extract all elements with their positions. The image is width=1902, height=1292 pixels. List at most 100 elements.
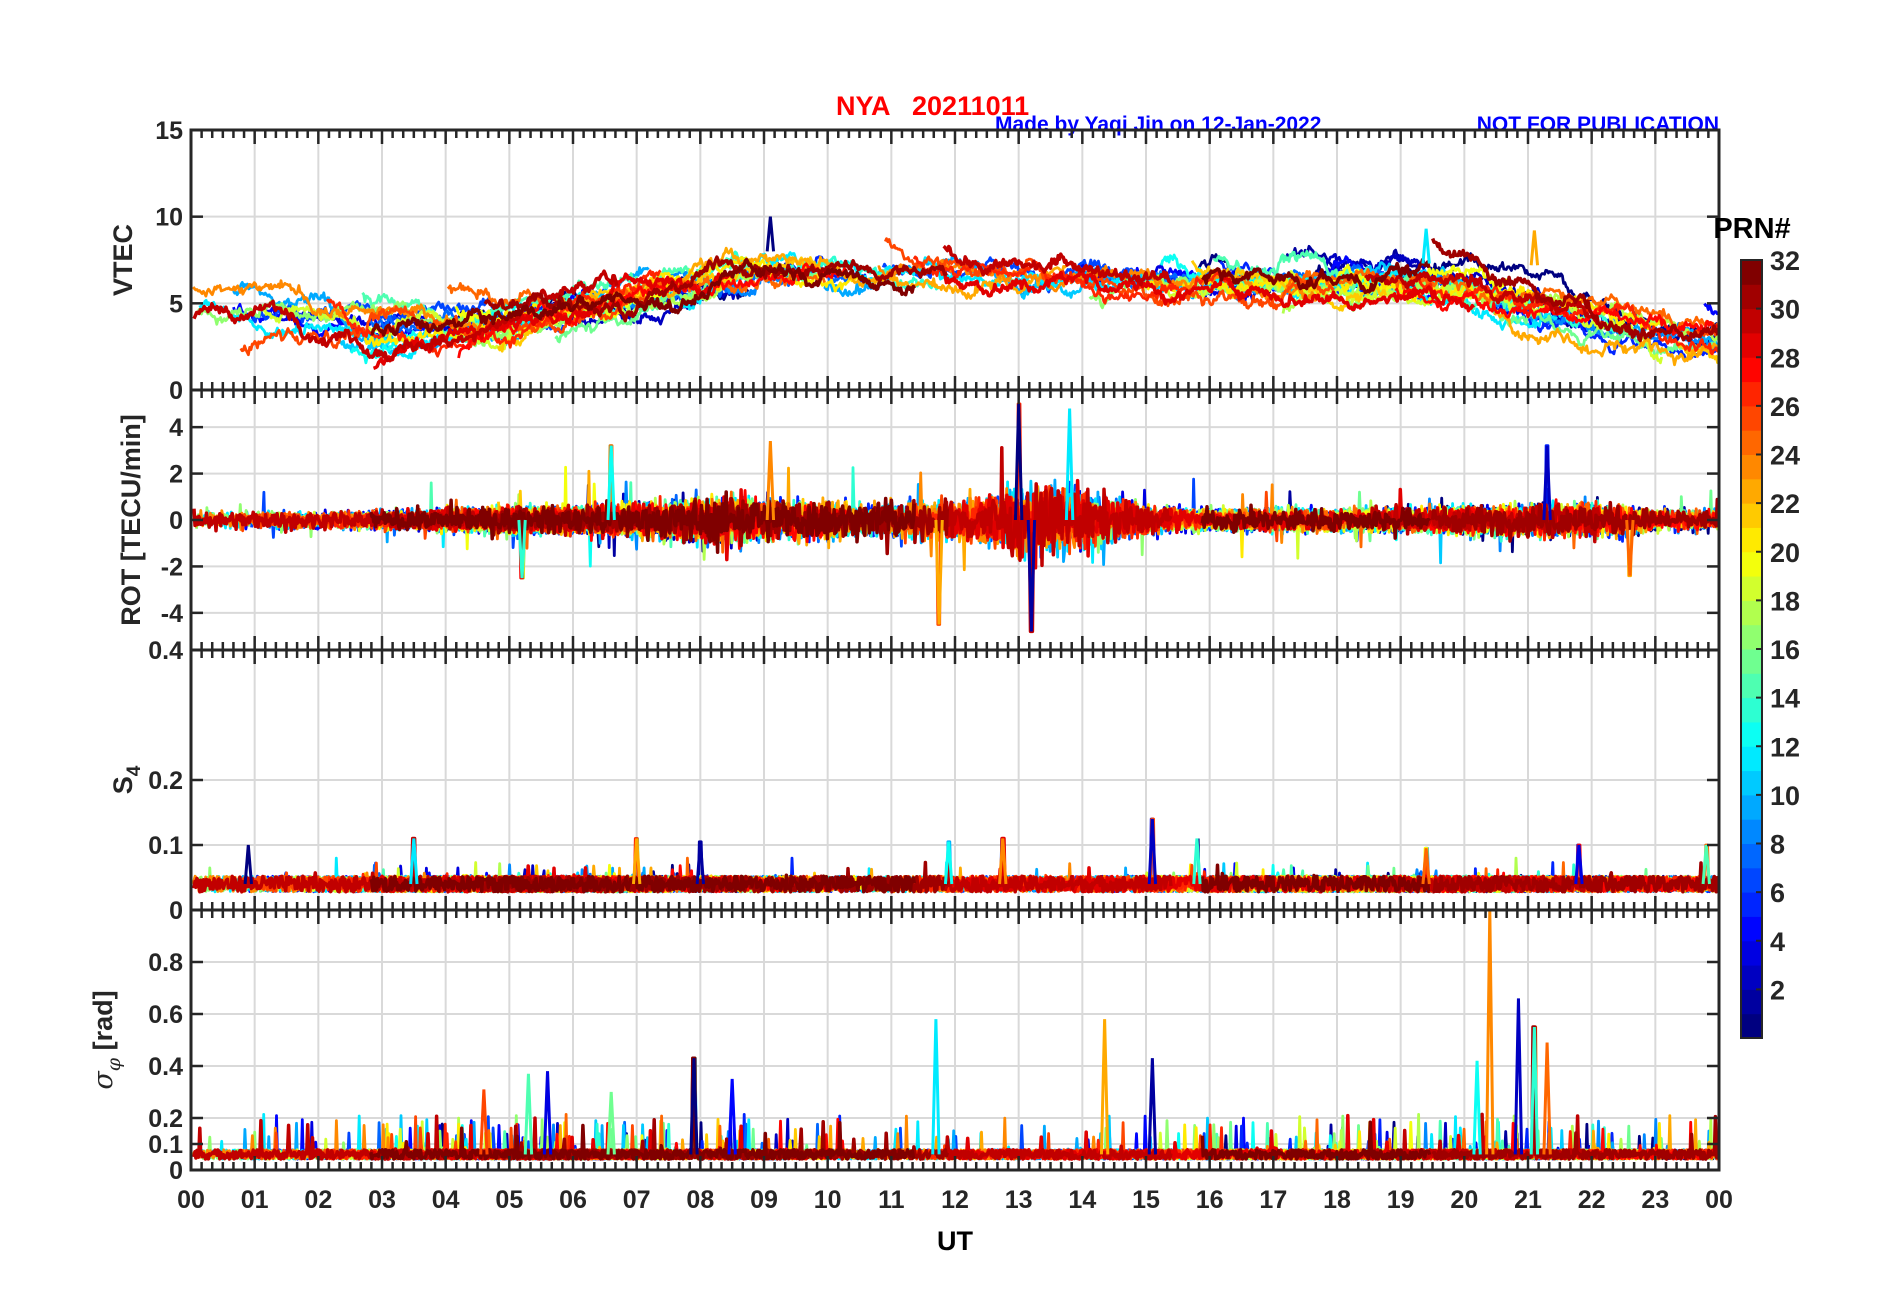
y-tick-label: 15 [155, 117, 183, 145]
colorbar-tick-label: 30 [1770, 295, 1800, 325]
colorbar-swatch [1741, 916, 1762, 942]
x-tick-label: 21 [1514, 1186, 1542, 1214]
x-tick-label: 06 [559, 1186, 587, 1214]
x-tick-label: 00 [177, 1186, 205, 1214]
colorbar-swatch [1741, 381, 1762, 407]
colorbar-tick-label: 18 [1770, 586, 1800, 616]
colorbar-swatch [1741, 697, 1762, 723]
colorbar-tick-label: 6 [1770, 878, 1785, 908]
panel-rot: -4 -2 0 2 4 ROT [TECU/min] [116, 388, 1721, 652]
figure-svg: NYA 20211011 Made by Yaqi Jin on 12-Jan-… [88, 91, 1800, 1256]
colorbar-swatch [1741, 843, 1762, 869]
x-tick-label: 15 [1132, 1186, 1160, 1214]
figure: NYA 20211011 Made by Yaqi Jin on 12-Jan-… [0, 0, 1902, 1292]
peak-mark [1421, 228, 1431, 264]
x-tick-label: 19 [1387, 1186, 1415, 1214]
colorbar-swatch [1741, 794, 1762, 820]
y-tick-label: 0.6 [148, 1001, 183, 1029]
y-tick-label: 0.2 [148, 767, 183, 795]
y-tick-label: 5 [169, 290, 183, 318]
colorbar-swatch [1741, 478, 1762, 504]
colorbar-swatch [1741, 503, 1762, 528]
colorbar-swatch [1741, 405, 1762, 431]
colorbar-swatch [1741, 673, 1762, 699]
colorbar-swatch [1741, 308, 1762, 334]
y-label-sub: φ [103, 1057, 125, 1071]
panel-vtec: 0 5 10 15 VTEC [108, 117, 1721, 405]
y-axis-label: σφ [rad] [88, 990, 125, 1089]
series-group [192, 216, 1719, 370]
y-label-sub: 4 [124, 765, 145, 776]
peak-mark [1529, 230, 1540, 266]
colorbar-swatch [1741, 770, 1762, 796]
colorbar-swatch [1741, 430, 1762, 455]
y-tick-label: -4 [161, 600, 183, 628]
x-tick-label: 22 [1578, 1186, 1606, 1214]
colorbar-tick-label: 14 [1770, 684, 1800, 714]
y-tick-label: 0.1 [148, 1131, 183, 1159]
series-group [192, 402, 1719, 634]
y-label-main: σ [88, 1070, 119, 1090]
colorbar-label: PRN# [1713, 213, 1790, 245]
series-prn-5 [1703, 302, 1719, 316]
colorbar-swatch [1741, 867, 1762, 893]
x-axis-label: UT [937, 1226, 973, 1256]
x-tick-label: 05 [495, 1186, 523, 1214]
colorbar-tick-label: 16 [1770, 635, 1800, 665]
y-tick-label: 0.1 [148, 832, 183, 860]
colorbar-tick-label: 20 [1770, 538, 1800, 568]
y-tick-label: 2 [169, 461, 183, 489]
colorbar-swatch [1741, 332, 1762, 358]
colorbar-swatch [1741, 600, 1762, 626]
x-tick-label: 13 [1005, 1186, 1033, 1214]
x-tick-label: 04 [432, 1186, 460, 1214]
colorbar-swatch [1741, 989, 1762, 1015]
colorbar-tick-label: 28 [1770, 343, 1800, 373]
colorbar-swatch [1741, 819, 1762, 844]
y-axis-label: VTEC [108, 224, 138, 296]
y-tick-label: 0.4 [148, 1053, 183, 1081]
colorbar-swatch [1741, 965, 1762, 990]
y-axis-label: S4 [108, 765, 145, 794]
y-tick-label: -2 [161, 553, 183, 581]
peak-mark [1472, 1060, 1482, 1155]
y-tick-label: 4 [169, 414, 183, 442]
colorbar-swatch [1741, 260, 1762, 285]
x-tick-label: 18 [1323, 1186, 1351, 1214]
x-tick-label: 09 [750, 1186, 778, 1214]
colorbar-tick-label: 26 [1770, 392, 1800, 422]
colorbar-tick-label: 22 [1770, 489, 1800, 519]
x-tick-label: 11 [878, 1186, 905, 1214]
x-tick-label: 01 [241, 1186, 269, 1214]
colorbar-swatch [1741, 454, 1762, 480]
y-tick-label: 0 [169, 507, 183, 535]
x-tick-label: 00 [1705, 1186, 1733, 1214]
notice-text: NOT FOR PUBLICATION [1477, 113, 1719, 136]
colorbar-tick-label: 12 [1770, 732, 1800, 762]
x-tick-label: 17 [1259, 1186, 1287, 1214]
panel-sigma: 00.10.2 0.4 0.6 0.8 σφ [rad] [88, 908, 1721, 1185]
colorbar-swatch [1741, 624, 1762, 650]
colorbar-swatch [1741, 357, 1762, 383]
y-tick-label: 0.8 [148, 949, 183, 977]
x-tick-label: 14 [1068, 1186, 1096, 1214]
y-label-unit: [rad] [88, 990, 118, 1058]
x-tick-label: 03 [368, 1186, 396, 1214]
y-axis-label: ROT [TECU/min] [116, 414, 146, 625]
colorbar-swatch [1741, 1013, 1762, 1039]
colorbar-swatch [1741, 284, 1762, 310]
y-tick-label: 0 [169, 1157, 183, 1185]
y-tick-label: 0.2 [148, 1105, 183, 1133]
colorbar-swatch [1741, 551, 1762, 577]
peak-mark [765, 216, 776, 252]
series-group [191, 817, 1719, 894]
y-tick-label: 0.4 [148, 637, 183, 665]
colorbar-tick-label: 32 [1770, 246, 1800, 276]
colorbar-swatch [1741, 746, 1762, 772]
x-tick-label: 16 [1196, 1186, 1224, 1214]
colorbar-swatch [1741, 527, 1762, 553]
y-tick-label: 0 [169, 897, 183, 925]
y-tick-label: 0 [169, 377, 183, 405]
y-label-main: S [108, 776, 138, 794]
colorbar-tick-label: 24 [1770, 441, 1800, 471]
